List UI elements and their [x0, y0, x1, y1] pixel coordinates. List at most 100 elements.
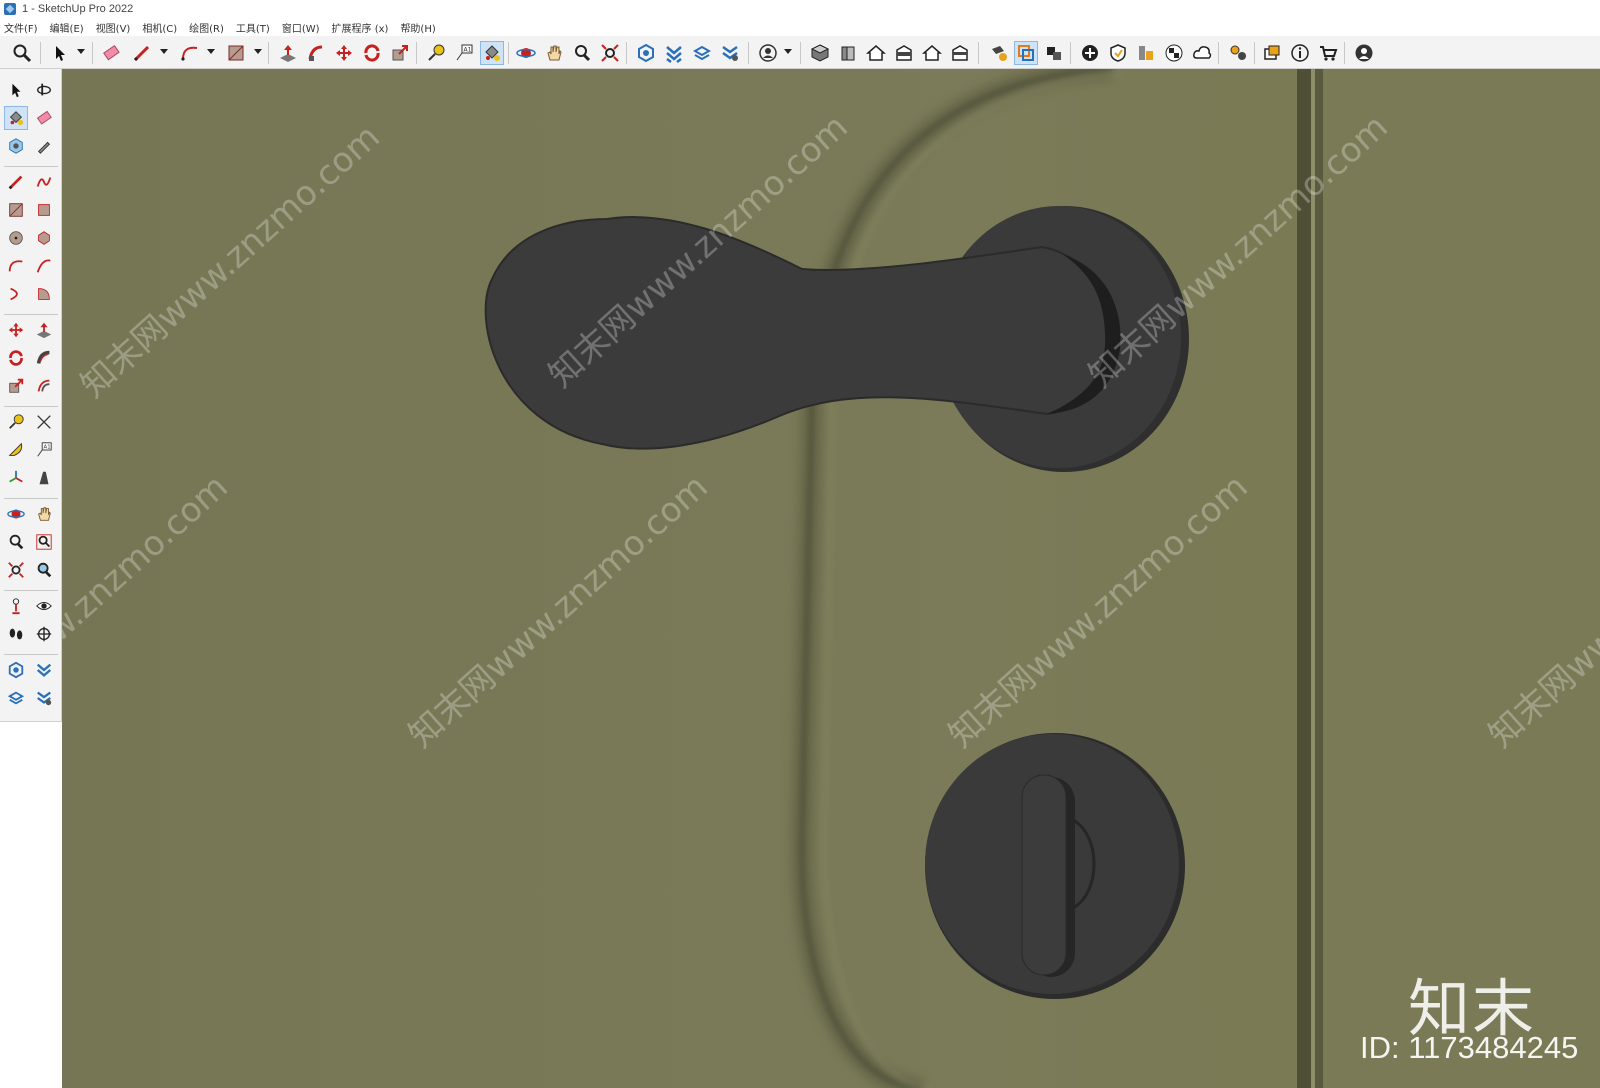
- lasso-orbit-icon[interactable]: [32, 78, 56, 102]
- extension-warehouse-tool-icon[interactable]: [32, 658, 56, 682]
- dimension-tool-icon[interactable]: [32, 410, 56, 434]
- tape-measure-tool-icon[interactable]: [4, 410, 28, 434]
- extension-manager-icon[interactable]: [718, 41, 742, 65]
- shield-icon[interactable]: [1106, 41, 1130, 65]
- select-icon[interactable]: [48, 41, 72, 65]
- pan-tool-icon[interactable]: [32, 502, 56, 526]
- paint-bucket-icon[interactable]: [480, 41, 504, 65]
- user-icon[interactable]: [756, 41, 780, 65]
- rotated-rectangle-icon[interactable]: [32, 198, 56, 222]
- text-tool-icon[interactable]: A1: [32, 438, 56, 462]
- checker-icon[interactable]: [1162, 41, 1186, 65]
- model-viewport[interactable]: 知末网www.znzmo.com 知末网www.znzmo.com 知末网www…: [62, 69, 1600, 1088]
- menu-camera[interactable]: 相机(C): [142, 20, 177, 35]
- offset-tool-icon[interactable]: [32, 374, 56, 398]
- section-display-icon[interactable]: [1014, 41, 1038, 65]
- two-point-arc-icon[interactable]: [32, 254, 56, 278]
- dialog-icon[interactable]: [1260, 41, 1284, 65]
- left-view-icon[interactable]: [948, 41, 972, 65]
- scale-tool-icon[interactable]: [4, 374, 28, 398]
- eraser-icon[interactable]: [99, 41, 123, 65]
- move-tool-icon[interactable]: [4, 318, 28, 342]
- polygon-tool-icon[interactable]: [32, 226, 56, 250]
- select-tool-icon[interactable]: [4, 78, 28, 102]
- warehouse-tool-icon[interactable]: [4, 658, 28, 682]
- zoom-extents-tool-icon[interactable]: [4, 558, 28, 582]
- back-view-icon[interactable]: [920, 41, 944, 65]
- front-view-icon[interactable]: [836, 41, 860, 65]
- cloud-icon[interactable]: [1190, 41, 1214, 65]
- zoom-extents-icon[interactable]: [598, 41, 622, 65]
- account-icon[interactable]: [1352, 41, 1376, 65]
- pan-icon[interactable]: [542, 41, 566, 65]
- paint-bucket-tool-icon[interactable]: [4, 106, 28, 130]
- menu-window[interactable]: 窗口(W): [282, 20, 320, 35]
- three-point-arc-icon[interactable]: [4, 282, 28, 306]
- follow-me-icon[interactable]: [304, 41, 328, 65]
- axes-tool-icon[interactable]: [4, 466, 28, 490]
- menu-file[interactable]: 文件(F): [4, 20, 38, 35]
- zoom-tool-icon[interactable]: [4, 530, 28, 554]
- rectangle-tool-icon[interactable]: [4, 198, 28, 222]
- rotate-icon[interactable]: [360, 41, 384, 65]
- layout-icon[interactable]: [690, 41, 714, 65]
- user-dropdown-icon[interactable]: [784, 49, 792, 54]
- menu-edit[interactable]: 编辑(E): [50, 20, 84, 35]
- iso-view-icon[interactable]: [808, 41, 832, 65]
- walk-icon[interactable]: [4, 622, 28, 646]
- pencil-icon[interactable]: [130, 41, 154, 65]
- push-pull-icon[interactable]: [276, 41, 300, 65]
- cart-icon[interactable]: [1316, 41, 1340, 65]
- arc-icon[interactable]: [178, 41, 202, 65]
- rotate-tool-icon[interactable]: [4, 346, 28, 370]
- arc-tool-icon[interactable]: [4, 254, 28, 278]
- menu-draw[interactable]: 绘图(R): [189, 20, 224, 35]
- zoom-icon[interactable]: [10, 41, 34, 65]
- text-icon[interactable]: A1: [452, 41, 476, 65]
- rectangle-icon[interactable]: [224, 41, 248, 65]
- rectangle-dropdown-icon[interactable]: [254, 49, 262, 54]
- 3d-warehouse-icon[interactable]: [634, 41, 658, 65]
- look-around-icon[interactable]: [32, 594, 56, 618]
- section-cut-icon[interactable]: [1042, 41, 1066, 65]
- layout-tool-icon[interactable]: [4, 686, 28, 710]
- pencil-dropdown-icon[interactable]: [160, 49, 168, 54]
- arc-dropdown-icon[interactable]: [207, 49, 215, 54]
- right-view-icon[interactable]: [892, 41, 916, 65]
- info-icon[interactable]: [1288, 41, 1312, 65]
- menu-view[interactable]: 视图(V): [96, 20, 131, 35]
- tape-measure-icon[interactable]: [424, 41, 448, 65]
- select-dropdown-icon[interactable]: [77, 49, 85, 54]
- line-tool-icon[interactable]: [4, 170, 28, 194]
- extension-manager-tool-icon[interactable]: [32, 686, 56, 710]
- move-icon[interactable]: [332, 41, 356, 65]
- 3d-text-tool-icon[interactable]: [32, 466, 56, 490]
- eraser-tool-icon[interactable]: [32, 106, 56, 130]
- menu-extensions[interactable]: 扩展程序 (x): [332, 20, 389, 35]
- follow-me-tool-icon[interactable]: [32, 346, 56, 370]
- orbit-icon[interactable]: [514, 41, 538, 65]
- component-icon[interactable]: [4, 134, 28, 158]
- add-location-icon[interactable]: [1078, 41, 1102, 65]
- zoom-window-icon[interactable]: [570, 41, 594, 65]
- extension-warehouse-icon[interactable]: [662, 41, 686, 65]
- push-pull-tool-icon[interactable]: [32, 318, 56, 342]
- top-view-icon[interactable]: [864, 41, 888, 65]
- previous-view-icon[interactable]: [32, 558, 56, 582]
- freehand-tool-icon[interactable]: [32, 170, 56, 194]
- svg-text:A1: A1: [44, 445, 51, 451]
- zoom-window-tool-icon[interactable]: [32, 530, 56, 554]
- pie-tool-icon[interactable]: [32, 282, 56, 306]
- scale-icon[interactable]: [388, 41, 412, 65]
- position-camera-icon[interactable]: [4, 594, 28, 618]
- trimble-connect-icon[interactable]: [1134, 41, 1158, 65]
- menu-help[interactable]: 帮助(H): [400, 20, 435, 35]
- protractor-tool-icon[interactable]: [4, 438, 28, 462]
- sample-paint-icon[interactable]: [32, 134, 56, 158]
- section-plane-tool-icon[interactable]: [32, 622, 56, 646]
- settings-icon[interactable]: [1226, 41, 1250, 65]
- orbit-tool-icon[interactable]: [4, 502, 28, 526]
- circle-tool-icon[interactable]: [4, 226, 28, 250]
- section-plane-icon[interactable]: [986, 41, 1010, 65]
- menu-tools[interactable]: 工具(T): [236, 20, 270, 35]
